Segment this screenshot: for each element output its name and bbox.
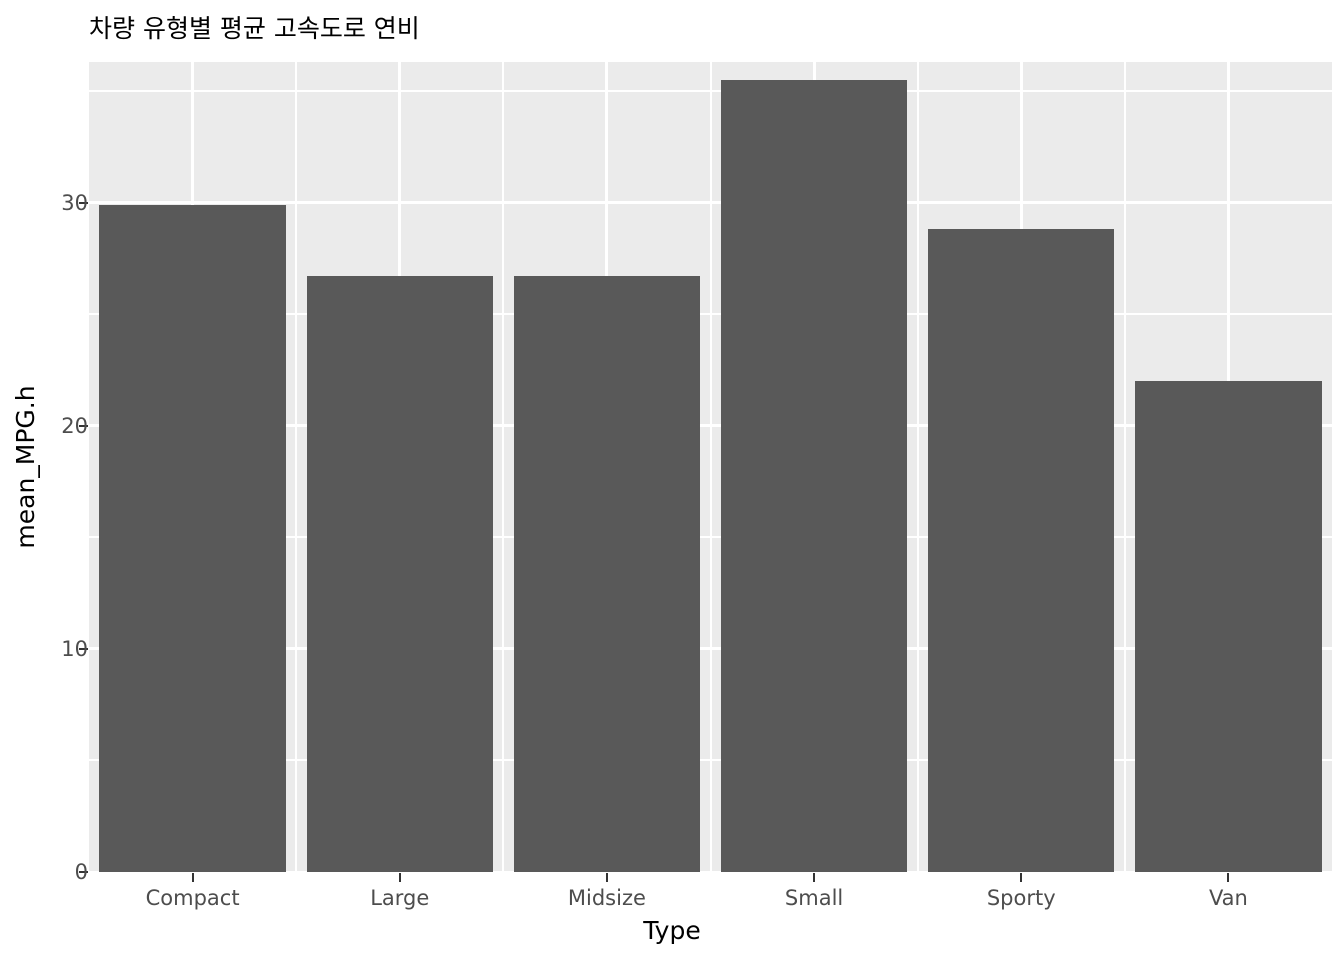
y-axis-title: mean_MPG.h (11, 385, 40, 549)
gridline-vertical-minor (295, 62, 298, 872)
x-axis-tick-mark (1020, 873, 1023, 882)
gridline-vertical-minor (709, 62, 712, 872)
gridline-vertical-minor (1123, 62, 1126, 872)
x-axis-title: Type (643, 916, 701, 945)
gridline-vertical-minor (502, 62, 505, 872)
x-axis-tick-label-compact: Compact (145, 886, 240, 910)
x-axis-tick-label-van: Van (1208, 886, 1248, 910)
plot-panel (89, 62, 1332, 872)
page-title: 차량 유형별 평균 고속도로 연비 (89, 14, 420, 43)
x-axis-tick-label-midsize: Midsize (567, 886, 646, 910)
x-axis-tick-label-large: Large (370, 886, 430, 910)
gridline-vertical-minor (916, 62, 919, 872)
y-axis-tick-label: 30 (61, 190, 88, 215)
x-axis-tick-mark (1227, 873, 1230, 882)
chart-canvas: 차량 유형별 평균 고속도로 연비 0 10 20 30 Compact Large Mid… (0, 0, 1344, 960)
x-axis-tick-mark (605, 873, 608, 882)
x-axis-tick-mark (191, 873, 194, 882)
y-axis-tick-label: 10 (61, 636, 88, 661)
bar-midsize[interactable] (513, 276, 701, 872)
x-axis-tick-label-small: Small (784, 886, 844, 910)
y-axis-tick-label: 20 (61, 413, 88, 438)
bar-van[interactable] (1135, 381, 1322, 872)
bar-sporty[interactable] (928, 229, 1115, 872)
bar-compact[interactable] (99, 204, 286, 872)
x-axis-tick-label-sporty: Sporty (986, 886, 1056, 910)
bar-large[interactable] (306, 276, 493, 872)
x-axis-tick-mark (398, 873, 401, 882)
x-axis-tick-mark (813, 873, 816, 882)
y-axis-tick-label: 0 (74, 860, 88, 884)
bar-small[interactable] (720, 79, 908, 872)
